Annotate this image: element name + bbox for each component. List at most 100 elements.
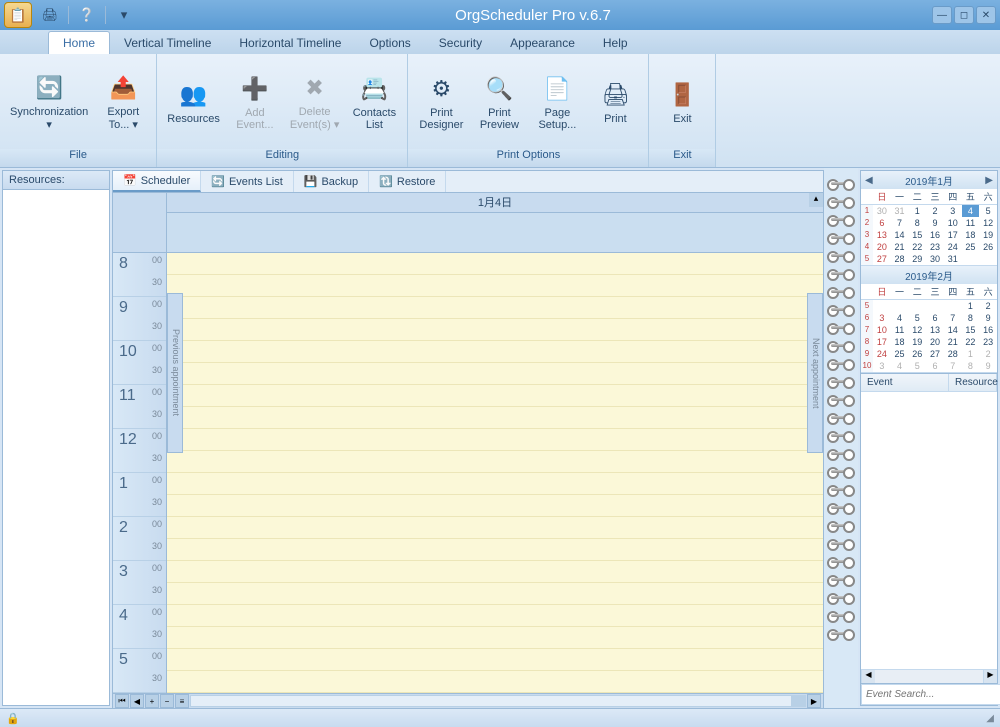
ribbon-btn-contacts-list[interactable]: 📇ContactsList [345, 71, 403, 133]
cal-day[interactable]: 20 [873, 241, 891, 253]
resize-grip-icon[interactable]: ◢ [986, 713, 994, 724]
cal-day[interactable]: 23 [926, 241, 944, 253]
cal-next-icon[interactable]: ▶ [985, 175, 993, 186]
cal-day[interactable]: 22 [908, 241, 926, 253]
schedule-row[interactable] [167, 561, 823, 583]
subtab-restore[interactable]: 🔃Restore [369, 171, 446, 192]
qat-dropdown-icon[interactable]: ▾ [114, 5, 134, 25]
cal-day[interactable]: 9 [979, 312, 997, 324]
cal-day[interactable]: 24 [944, 241, 962, 253]
cal-day[interactable]: 14 [944, 324, 962, 336]
schedule-row[interactable] [167, 451, 823, 473]
cal-day[interactable]: 1 [908, 205, 926, 217]
cal-day[interactable]: 22 [962, 336, 980, 348]
cal-day[interactable]: 4 [891, 360, 909, 372]
schedule-row[interactable] [167, 363, 823, 385]
ribbon-btn-print-preview[interactable]: 🔍PrintPreview [470, 71, 528, 133]
app-button[interactable]: 📋 [4, 2, 32, 28]
cal-day[interactable]: 13 [873, 229, 891, 241]
scroll-track[interactable] [875, 670, 983, 683]
schedule-row[interactable] [167, 253, 823, 275]
allday-area[interactable] [167, 213, 823, 253]
cal-day[interactable]: 29 [908, 253, 926, 265]
resource-col-header[interactable]: Resource [949, 374, 997, 391]
cal-day[interactable]: 6 [873, 217, 891, 229]
cal-day[interactable]: 6 [926, 312, 944, 324]
event-list-scrollbar[interactable]: ◀ ▶ [861, 669, 997, 683]
menu-tab-options[interactable]: Options [355, 32, 424, 54]
cal-day[interactable]: 5 [979, 205, 997, 217]
cal-day[interactable]: 20 [926, 336, 944, 348]
ribbon-btn-print-designer[interactable]: ⚙PrintDesigner [412, 71, 470, 133]
cal-day[interactable]: 8 [908, 217, 926, 229]
cal-day[interactable]: 1 [962, 348, 980, 360]
ribbon-btn-synchronization[interactable]: 🔄Synchronization▾ [4, 70, 94, 133]
cal-day[interactable]: 15 [908, 229, 926, 241]
schedule-row[interactable] [167, 583, 823, 605]
schedule-row[interactable] [167, 341, 823, 363]
cal-day[interactable]: 16 [979, 324, 997, 336]
cal-day[interactable]: 27 [873, 253, 891, 265]
cal-day[interactable]: 11 [891, 324, 909, 336]
cal-day[interactable]: 19 [979, 229, 997, 241]
schedule-row[interactable] [167, 275, 823, 297]
cal-day[interactable]: 21 [944, 336, 962, 348]
cal-day[interactable]: 2 [979, 348, 997, 360]
cal-day[interactable]: 7 [944, 360, 962, 372]
ribbon-btn-resources[interactable]: 👥Resources [161, 77, 226, 127]
cal-day[interactable]: 18 [891, 336, 909, 348]
cal-day[interactable]: 3 [944, 205, 962, 217]
cal-day[interactable]: 26 [908, 348, 926, 360]
cal-day[interactable]: 11 [962, 217, 980, 229]
cal-day[interactable]: 3 [873, 360, 891, 372]
menu-tab-appearance[interactable]: Appearance [496, 32, 589, 54]
schedule-row[interactable] [167, 649, 823, 671]
schedule-row[interactable] [167, 627, 823, 649]
schedule-row[interactable] [167, 539, 823, 561]
cal-day[interactable]: 21 [891, 241, 909, 253]
event-search-input[interactable] [861, 684, 1000, 705]
subtab-backup[interactable]: 💾Backup [294, 171, 369, 192]
cal-day[interactable]: 30 [926, 253, 944, 265]
minimize-button[interactable]: — [932, 6, 952, 24]
cal-day[interactable]: 1 [962, 300, 980, 312]
cal-day[interactable]: 12 [908, 324, 926, 336]
menu-tab-home[interactable]: Home [48, 31, 110, 54]
menu-tab-vertical-timeline[interactable]: Vertical Timeline [110, 32, 225, 54]
cal-day[interactable]: 4 [962, 205, 980, 217]
nav-scrollbar[interactable] [190, 695, 806, 707]
help-icon[interactable]: ❔ [77, 5, 97, 25]
cal-day[interactable]: 12 [979, 217, 997, 229]
cal-day[interactable]: 26 [979, 241, 997, 253]
cal-day[interactable]: 8 [962, 360, 980, 372]
schedule-row[interactable] [167, 319, 823, 341]
schedule-row[interactable] [167, 407, 823, 429]
cal-day[interactable]: 7 [891, 217, 909, 229]
nav-prev-icon[interactable]: ◀ [130, 694, 144, 708]
nav-list-icon[interactable]: ≡ [175, 694, 189, 708]
nav-add-icon[interactable]: + [145, 694, 159, 708]
next-appointment-button[interactable]: Next appointment [807, 293, 823, 453]
cal-day[interactable]: 5 [908, 360, 926, 372]
cal-day[interactable]: 2 [979, 300, 997, 312]
nav-scroll-thumb[interactable] [791, 696, 805, 706]
schedule-row[interactable] [167, 671, 823, 693]
cal-day[interactable]: 9 [926, 217, 944, 229]
cal-day[interactable]: 5 [908, 312, 926, 324]
cal-day[interactable]: 4 [891, 312, 909, 324]
scroll-up-button[interactable]: ▴ [809, 193, 823, 207]
subtab-scheduler[interactable]: 📅Scheduler [113, 171, 201, 192]
ribbon-btn-page-setup[interactable]: 📄PageSetup... [528, 71, 586, 133]
scroll-right-icon[interactable]: ▶ [983, 670, 997, 683]
cal-day[interactable]: 19 [908, 336, 926, 348]
cal-day[interactable]: 2 [926, 205, 944, 217]
ribbon-btn-export-to[interactable]: 📤ExportTo... ▾ [94, 70, 152, 133]
schedule-row[interactable] [167, 297, 823, 319]
cal-day[interactable]: 30 [873, 205, 891, 217]
cal-day[interactable]: 14 [891, 229, 909, 241]
nav-first-icon[interactable]: ⏮ [115, 694, 129, 708]
schedule-row[interactable] [167, 495, 823, 517]
cal-day[interactable]: 17 [873, 336, 891, 348]
cal-day[interactable]: 28 [891, 253, 909, 265]
cal-day[interactable]: 27 [926, 348, 944, 360]
